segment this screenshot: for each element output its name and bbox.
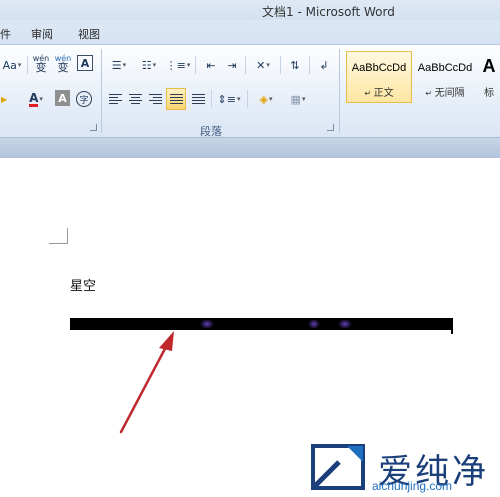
watermark-logo-icon — [311, 444, 365, 490]
annotation-arrow-icon — [119, 331, 174, 434]
watermark-url: aichunjing.com — [372, 479, 453, 493]
